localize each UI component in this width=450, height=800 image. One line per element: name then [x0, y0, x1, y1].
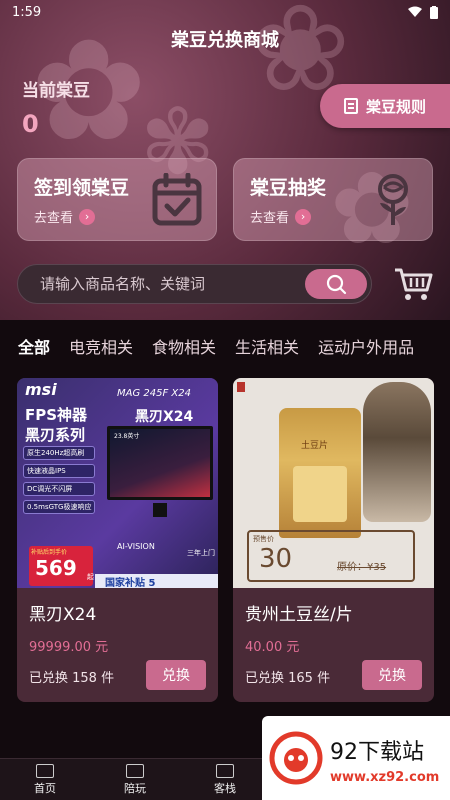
watermark-url: www.xz92.com — [330, 770, 440, 785]
price-tag-value: 30 — [259, 544, 293, 574]
price-tag: 预售价 30 原价：¥35 — [247, 530, 415, 582]
tab-outdoor[interactable]: 运动户外用品 — [318, 334, 414, 364]
status-time: 1:59 — [12, 4, 42, 20]
screen-size: 23.8英寸 — [114, 433, 140, 440]
model-name-cn: 黑刃X24 — [135, 409, 194, 425]
checkin-card-link[interactable]: 去查看 › — [34, 207, 96, 226]
watermark: 92下载站 www.xz92.com — [262, 716, 450, 800]
lottery-card-link-label: 去查看 — [250, 211, 290, 226]
category-tabs: 全部 电竞相关 食物相关 生活相关 运动户外用品 — [0, 334, 450, 364]
redeem-button[interactable]: 兑换 — [362, 660, 422, 690]
nav-inn-label: 客栈 — [214, 781, 236, 795]
price-sticker-label: 补贴后到手价 — [31, 549, 68, 556]
redeem-button[interactable]: 兑换 — [146, 660, 206, 690]
product-name: 黑刃X24 — [29, 605, 97, 625]
product-price: 99999.00 元 — [29, 640, 109, 655]
nav-home[interactable]: 首页 — [0, 759, 90, 800]
stamp-logo — [237, 382, 245, 392]
price-tag-label: 预售价 — [253, 535, 274, 543]
battery-icon — [430, 5, 438, 19]
cat-photo — [363, 382, 431, 522]
snack-bag: 土豆片 — [279, 408, 361, 538]
search-button[interactable] — [305, 269, 367, 299]
balance-value: 0 — [22, 110, 39, 138]
feature-tag: DC调光不闪屏 — [23, 482, 96, 496]
checkin-card-link-label: 去查看 — [34, 211, 74, 226]
product-sold-count: 已兑换 158 件 — [29, 671, 115, 686]
feature-tag: 快速液晶IPS — [23, 464, 96, 478]
feature-tag: 原生240Hz超高刷 — [23, 446, 96, 460]
nav-companion[interactable]: 陪玩 — [90, 759, 180, 800]
chevron-right-icon: › — [295, 208, 312, 225]
lottery-card[interactable]: 棠豆抽奖 去查看 › — [233, 158, 433, 241]
balance-label: 当前棠豆 — [22, 81, 90, 101]
product-name: 贵州土豆丝/片 — [245, 605, 353, 625]
chips-window — [293, 466, 347, 522]
msi-logo: msi — [25, 380, 57, 399]
handshake-icon — [126, 763, 144, 778]
product-image: 土豆片 预售价 30 原价：¥35 — [233, 378, 434, 588]
product-card[interactable]: 土豆片 预售价 30 原价：¥35 贵州土豆丝/片 40.00 元 已兑换 16… — [233, 378, 434, 702]
document-icon — [343, 98, 358, 114]
tab-all[interactable]: 全部 — [18, 334, 50, 364]
wifi-icon — [408, 6, 422, 17]
status-bar: 1:59 — [0, 0, 450, 24]
nav-inn[interactable]: 客栈 — [180, 759, 270, 800]
lottery-card-link[interactable]: 去查看 › — [250, 207, 312, 226]
chevron-right-icon: › — [79, 208, 96, 225]
rose-icon — [378, 174, 408, 225]
promo-headline: FPS神器 — [25, 406, 88, 424]
watermark-brand: 92下载站 — [330, 740, 424, 765]
nav-home-label: 首页 — [34, 781, 56, 795]
search-icon — [326, 274, 347, 295]
subsidy-banner-text: 国家补贴 5 — [105, 578, 156, 588]
home-icon — [36, 763, 54, 778]
nav-companion-label: 陪玩 — [124, 781, 146, 795]
checkin-card[interactable]: 签到领棠豆 去查看 › — [17, 158, 217, 241]
watermark-logo-icon — [269, 731, 323, 785]
feature-tag: 0.5msGTG极速响应 — [23, 500, 96, 514]
tab-esports[interactable]: 电竞相关 — [69, 334, 133, 364]
product-card[interactable]: msi FPS神器 黑刃系列 MAG 245F X24 黑刃X24 原生240H… — [17, 378, 218, 702]
product-sold-count: 已兑换 165 件 — [245, 671, 331, 686]
price-sticker-value: 569 — [35, 556, 77, 580]
tab-life[interactable]: 生活相关 — [235, 334, 299, 364]
tab-food[interactable]: 食物相关 — [152, 334, 216, 364]
checkin-card-title: 签到领棠豆 — [34, 177, 130, 199]
model-name: MAG 245F X24 — [117, 388, 191, 399]
rules-button-label: 棠豆规则 — [365, 97, 426, 116]
monitor-illustration: 23.8英寸 — [107, 426, 213, 500]
warranty-tag: 三年上门 — [187, 549, 215, 557]
monitor-stand — [153, 503, 167, 517]
lottery-card-title: 棠豆抽奖 — [250, 177, 327, 199]
feature-list: 原生240Hz超高刷 快速液晶IPS DC调光不闪屏 0.5msGTG极速响应 — [23, 446, 96, 514]
price-tag-original: 原价：¥35 — [337, 562, 387, 573]
product-image: msi FPS神器 黑刃系列 MAG 245F X24 黑刃X24 原生240H… — [17, 378, 218, 588]
subsidy-banner: 国家补贴 5 — [95, 574, 218, 588]
rules-button[interactable]: 棠豆规则 — [320, 84, 450, 128]
promo-headline: 黑刃系列 — [25, 426, 86, 444]
search-bar — [17, 264, 372, 304]
product-price: 40.00 元 — [245, 640, 300, 655]
inn-icon — [216, 763, 234, 778]
search-input[interactable] — [40, 275, 300, 293]
bag-label: 土豆片 — [301, 441, 329, 451]
cart-icon[interactable] — [393, 266, 433, 302]
page-title: 棠豆兑换商城 — [171, 30, 279, 51]
partner-logo: AI-VISION — [117, 542, 155, 551]
calendar-check-icon — [152, 173, 202, 226]
price-sticker-unit: 起 — [87, 573, 94, 581]
price-sticker: 补贴后到手价 569 — [29, 546, 93, 586]
